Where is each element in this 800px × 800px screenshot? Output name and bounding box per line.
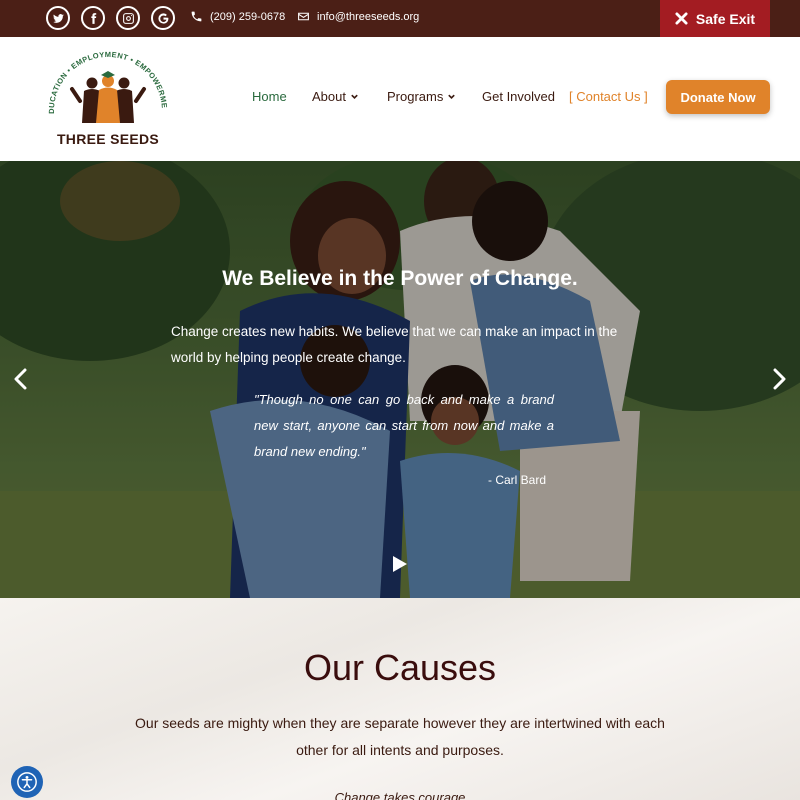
nav-about[interactable]: About <box>312 89 359 104</box>
accessibility-icon <box>17 772 37 792</box>
hero-slider: We Believe in the Power of Change. Chang… <box>0 161 800 598</box>
prev-slide-arrow-icon[interactable] <box>10 367 32 391</box>
causes-text: Our seeds are mighty when they are separ… <box>135 715 665 758</box>
hero-title: We Believe in the Power of Change. <box>222 267 578 290</box>
nav-programs-label: Programs <box>387 89 444 104</box>
donate-now-button[interactable]: Donate Now <box>666 80 770 114</box>
email-address: info@threeseeds.org <box>317 10 420 23</box>
hero-quote-author: - Carl Bard <box>487 473 546 487</box>
logo-name: THREE SEEDS <box>56 131 160 147</box>
next-slide-arrow-icon[interactable] <box>768 367 790 391</box>
three-seeds-logo[interactable]: EDUCATION • EMPLOYMENT • EMPOWERMENT THR… <box>41 42 172 151</box>
hero-overlay <box>0 161 800 598</box>
phone-icon <box>191 11 202 22</box>
safe-exit-label: Safe Exit <box>695 10 756 27</box>
nav-get-involved-label: Get Involved <box>482 89 555 104</box>
top-bar: (209) 259-0678 info@threeseeds.org Safe … <box>0 0 800 37</box>
phone-contact[interactable]: (209) 259-0678 <box>190 10 285 23</box>
facebook-icon[interactable] <box>81 6 105 30</box>
safe-exit-button[interactable]: Safe Exit <box>660 0 770 37</box>
play-icon[interactable] <box>392 555 408 573</box>
chevron-down-icon <box>351 94 358 99</box>
nav-home[interactable]: Home <box>252 89 287 104</box>
hero-body: Change creates new habits. We believe th… <box>171 324 618 365</box>
google-icon[interactable] <box>151 6 175 30</box>
logo-graphic: EDUCATION • EMPLOYMENT • EMPOWERMENT <box>41 42 169 123</box>
chevron-down-icon <box>448 94 456 99</box>
site-header: EDUCATION • EMPLOYMENT • EMPOWERMENT THR… <box>0 37 800 161</box>
donate-now-label: Donate Now <box>680 89 756 105</box>
causes-title: Our Causes <box>303 647 497 688</box>
nav-contact-us[interactable]: [ Contact Us ] <box>569 89 648 104</box>
instagram-icon[interactable] <box>116 6 140 30</box>
close-icon <box>675 12 688 25</box>
nav-programs[interactable]: Programs <box>387 89 456 104</box>
envelope-icon <box>298 12 309 21</box>
twitter-icon[interactable] <box>46 6 70 30</box>
nav-about-label: About <box>312 89 346 104</box>
causes-subtext: Change takes courage <box>334 790 466 800</box>
hero-quote: "Though no one can go back and make a br… <box>254 392 554 459</box>
nav-home-label: Home <box>252 89 287 104</box>
nav-get-involved[interactable]: Get Involved <box>482 89 555 104</box>
phone-number: (209) 259-0678 <box>210 10 286 23</box>
nav-contact-us-label: [ Contact Us ] <box>569 89 648 104</box>
accessibility-button[interactable] <box>11 766 43 798</box>
our-causes-section: Our Causes Our seeds are mighty when the… <box>0 598 800 800</box>
email-contact[interactable]: info@threeseeds.org <box>297 10 419 23</box>
